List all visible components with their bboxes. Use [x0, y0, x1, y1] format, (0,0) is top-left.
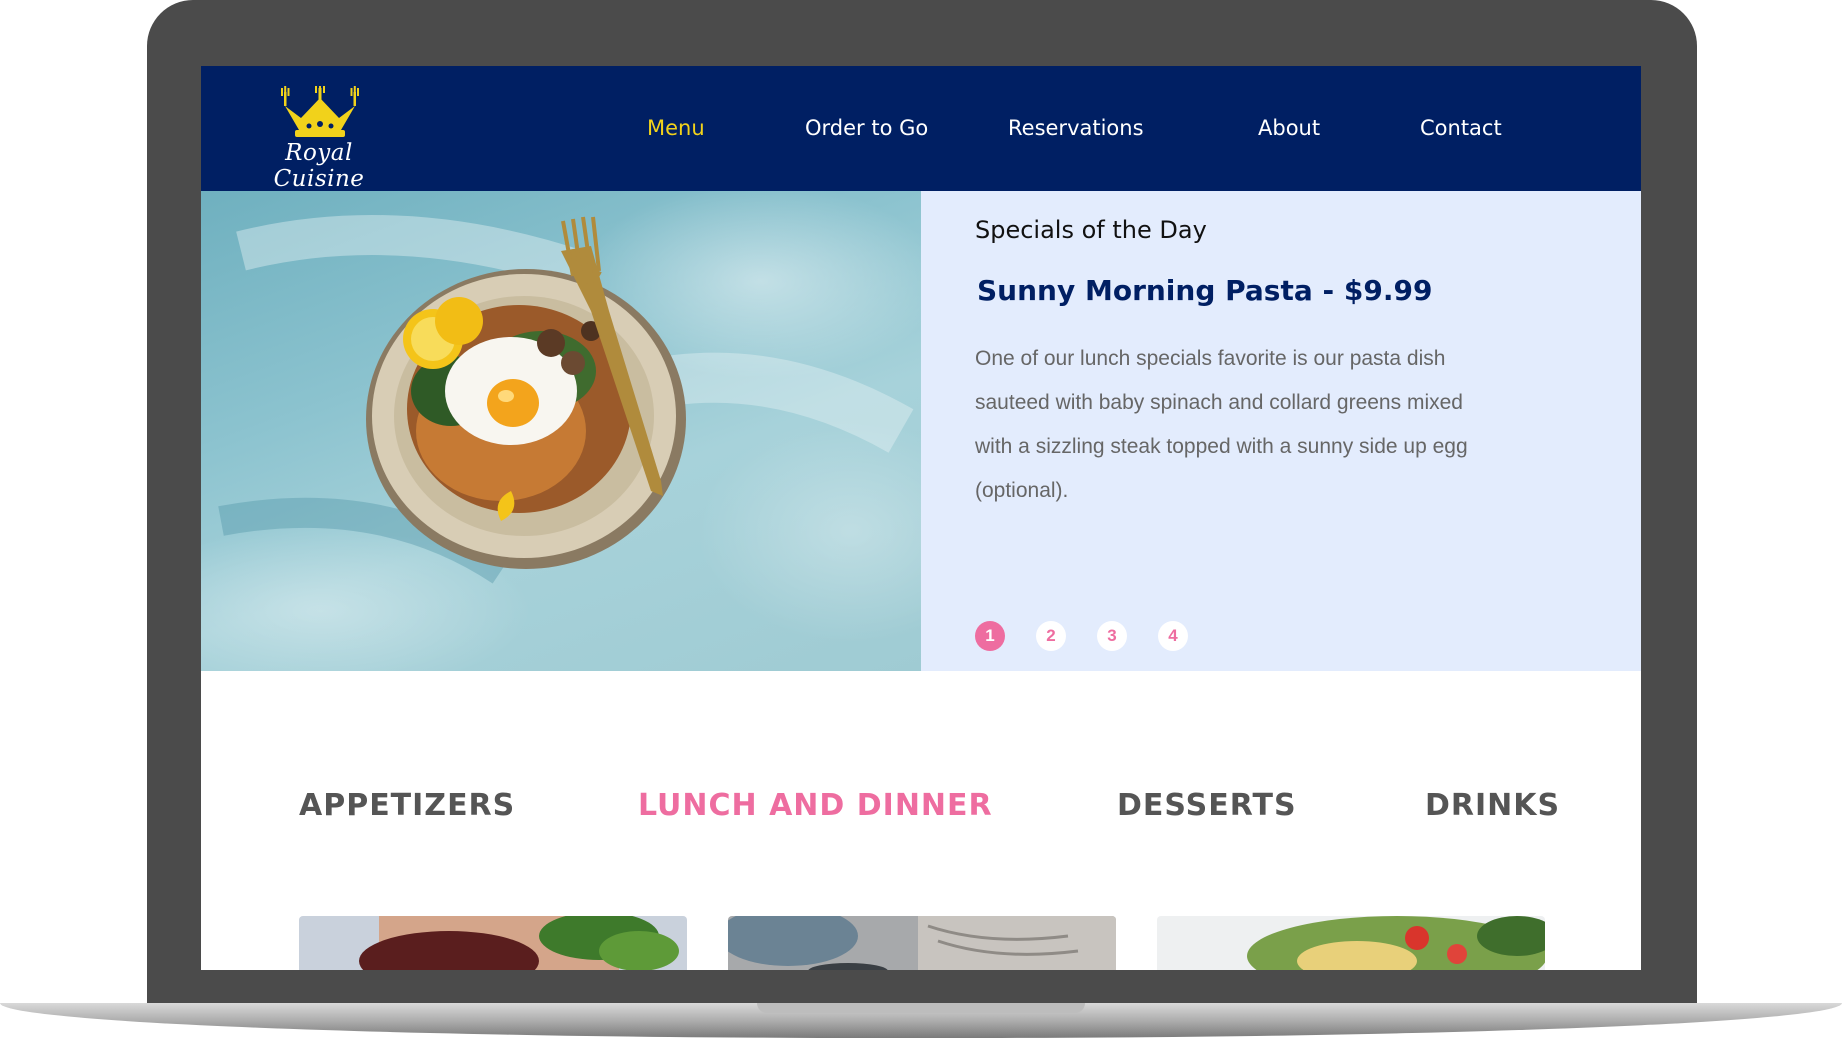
nav-item-contact[interactable]: Contact — [1420, 116, 1502, 140]
specials-heading: Specials of the Day — [975, 216, 1207, 244]
menu-card-2-photo — [728, 916, 1116, 970]
website-screen: Royal Cuisine Menu Order to Go Reservati… — [201, 66, 1641, 970]
page-dot-2[interactable]: 2 — [1036, 621, 1066, 651]
menu-card-2[interactable] — [728, 916, 1116, 970]
brand-name: Royal Cuisine — [273, 140, 365, 192]
special-dish-photo — [201, 191, 921, 671]
royal-cuisine-logo[interactable]: Royal Cuisine — [249, 86, 389, 192]
tab-lunch-and-dinner[interactable]: LUNCH AND DINNER — [638, 788, 993, 823]
dish-title: Sunny Morning Pasta - $9.99 — [977, 274, 1433, 307]
page-dot-1[interactable]: 1 — [975, 621, 1005, 651]
tab-drinks[interactable]: DRINKS — [1425, 788, 1560, 823]
nav-item-reservations[interactable]: Reservations — [1008, 116, 1144, 140]
nav-item-about[interactable]: About — [1258, 116, 1320, 140]
tab-desserts[interactable]: DESSERTS — [1117, 788, 1297, 823]
menu-card-3-photo — [1157, 916, 1545, 970]
menu-card-1[interactable] — [299, 916, 687, 970]
menu-card-3[interactable] — [1157, 916, 1545, 970]
pasta-plate-illustration — [218, 215, 914, 584]
nav-item-menu[interactable]: Menu — [647, 116, 705, 140]
crown-icon — [281, 86, 359, 137]
dish-description: One of our lunch specials favorite is ou… — [975, 347, 1468, 502]
nav-item-order-to-go[interactable]: Order to Go — [805, 116, 928, 140]
laptop-base-notch — [757, 1003, 1085, 1013]
top-navbar: Royal Cuisine Menu Order to Go Reservati… — [201, 66, 1641, 192]
page-dot-3[interactable]: 3 — [1097, 621, 1127, 651]
tab-appetizers[interactable]: APPETIZERS — [299, 788, 515, 823]
menu-card-1-photo — [299, 916, 687, 970]
specials-panel: Specials of the Day Sunny Morning Pasta … — [921, 191, 1641, 671]
page-dot-4[interactable]: 4 — [1158, 621, 1188, 651]
